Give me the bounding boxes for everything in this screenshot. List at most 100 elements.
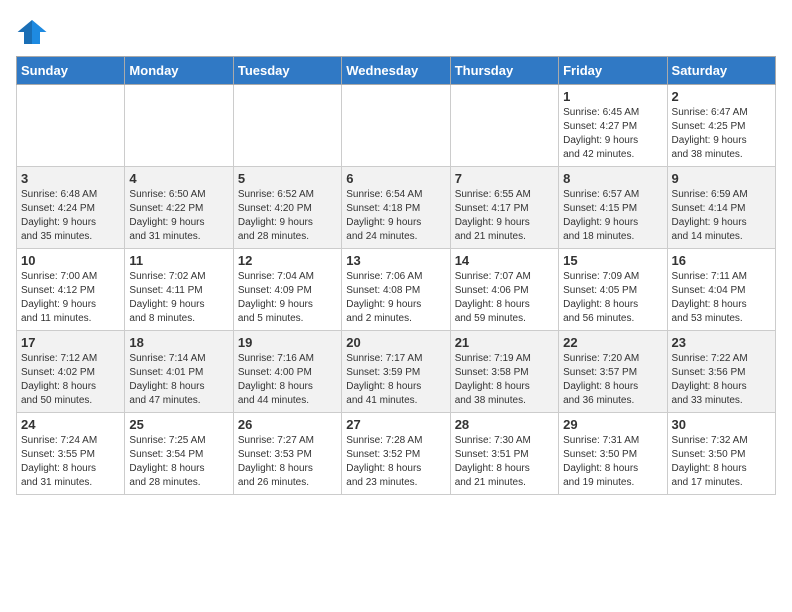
day-number: 2 [672, 89, 771, 104]
day-info: Sunrise: 7:20 AM Sunset: 3:57 PM Dayligh… [563, 352, 662, 408]
day-cell [125, 85, 233, 167]
day-info: Sunrise: 7:16 AM Sunset: 4:00 PM Dayligh… [238, 352, 337, 408]
day-info: Sunrise: 7:17 AM Sunset: 3:59 PM Dayligh… [346, 352, 445, 408]
day-cell: 27 Sunrise: 7:28 AM Sunset: 3:52 PM Dayli… [342, 413, 450, 495]
day-cell: 19 Sunrise: 7:16 AM Sunset: 4:00 PM Dayli… [233, 331, 341, 413]
day-cell: 7 Sunrise: 6:55 AM Sunset: 4:17 PM Daylig… [450, 167, 558, 249]
day-cell: 18Sunrise: 7:14 AM Sunset: 4:01 PM Dayli… [125, 331, 233, 413]
day-info: Sunrise: 7:06 AM Sunset: 4:08 PM Dayligh… [346, 270, 445, 326]
day-number: 29 [563, 417, 662, 432]
day-info: Sunrise: 7:12 AM Sunset: 4:02 PM Dayligh… [21, 352, 120, 408]
day-number: 21 [455, 335, 554, 350]
day-number: 13 [346, 253, 445, 268]
day-number: 8 [563, 171, 662, 186]
day-info: Sunrise: 6:48 AM Sunset: 4:24 PM Dayligh… [21, 188, 120, 244]
day-info: Sunrise: 6:47 AM Sunset: 4:25 PM Dayligh… [672, 106, 771, 162]
day-cell: 2 Sunrise: 6:47 AM Sunset: 4:25 PM Daylig… [667, 85, 775, 167]
day-cell: 20 Sunrise: 7:17 AM Sunset: 3:59 PM Dayli… [342, 331, 450, 413]
day-number: 25 [129, 417, 228, 432]
day-cell: 3 Sunrise: 6:48 AM Sunset: 4:24 PM Daylig… [17, 167, 125, 249]
day-cell: 22 Sunrise: 7:20 AM Sunset: 3:57 PM Dayli… [559, 331, 667, 413]
day-number: 28 [455, 417, 554, 432]
day-info: Sunrise: 7:27 AM Sunset: 3:53 PM Dayligh… [238, 434, 337, 490]
day-number: 24 [21, 417, 120, 432]
day-cell: 6 Sunrise: 6:54 AM Sunset: 4:18 PM Daylig… [342, 167, 450, 249]
day-cell: 1 Sunrise: 6:45 AM Sunset: 4:27 PM Daylig… [559, 85, 667, 167]
day-info: Sunrise: 7:22 AM Sunset: 3:56 PM Dayligh… [672, 352, 771, 408]
calendar-table: SundayMondayTuesdayWednesdayThursdayFrid… [16, 56, 776, 495]
day-info: Sunrise: 7:14 AM Sunset: 4:01 PM Dayligh… [129, 352, 228, 408]
week-row-4: 17 Sunrise: 7:12 AM Sunset: 4:02 PM Dayli… [17, 331, 776, 413]
day-info: Sunrise: 6:45 AM Sunset: 4:27 PM Dayligh… [563, 106, 662, 162]
day-cell: 12Sunrise: 7:04 AM Sunset: 4:09 PM Dayli… [233, 249, 341, 331]
day-cell: 26 Sunrise: 7:27 AM Sunset: 3:53 PM Dayli… [233, 413, 341, 495]
day-cell: 29 Sunrise: 7:31 AM Sunset: 3:50 PM Dayli… [559, 413, 667, 495]
day-cell: 4 Sunrise: 6:50 AM Sunset: 4:22 PM Daylig… [125, 167, 233, 249]
day-number: 23 [672, 335, 771, 350]
day-cell: 8 Sunrise: 6:57 AM Sunset: 4:15 PM Daylig… [559, 167, 667, 249]
day-info: Sunrise: 7:32 AM Sunset: 3:50 PM Dayligh… [672, 434, 771, 490]
col-header-monday: Monday [125, 57, 233, 85]
day-cell: 11Sunrise: 7:02 AM Sunset: 4:11 PM Dayli… [125, 249, 233, 331]
day-number: 11 [129, 253, 228, 268]
day-cell [342, 85, 450, 167]
day-info: Sunrise: 7:31 AM Sunset: 3:50 PM Dayligh… [563, 434, 662, 490]
day-number: 19 [238, 335, 337, 350]
day-info: Sunrise: 6:54 AM Sunset: 4:18 PM Dayligh… [346, 188, 445, 244]
col-header-tuesday: Tuesday [233, 57, 341, 85]
week-row-2: 3 Sunrise: 6:48 AM Sunset: 4:24 PM Daylig… [17, 167, 776, 249]
day-info: Sunrise: 7:07 AM Sunset: 4:06 PM Dayligh… [455, 270, 554, 326]
day-cell: 25 Sunrise: 7:25 AM Sunset: 3:54 PM Dayli… [125, 413, 233, 495]
day-cell: 17 Sunrise: 7:12 AM Sunset: 4:02 PM Dayli… [17, 331, 125, 413]
week-row-1: 1 Sunrise: 6:45 AM Sunset: 4:27 PM Daylig… [17, 85, 776, 167]
day-number: 17 [21, 335, 120, 350]
day-number: 5 [238, 171, 337, 186]
day-info: Sunrise: 6:50 AM Sunset: 4:22 PM Dayligh… [129, 188, 228, 244]
day-cell: 5 Sunrise: 6:52 AM Sunset: 4:20 PM Daylig… [233, 167, 341, 249]
day-number: 20 [346, 335, 445, 350]
col-header-thursday: Thursday [450, 57, 558, 85]
day-info: Sunrise: 6:59 AM Sunset: 4:14 PM Dayligh… [672, 188, 771, 244]
day-cell [233, 85, 341, 167]
day-cell: 23 Sunrise: 7:22 AM Sunset: 3:56 PM Dayli… [667, 331, 775, 413]
day-info: Sunrise: 7:19 AM Sunset: 3:58 PM Dayligh… [455, 352, 554, 408]
day-info: Sunrise: 7:00 AM Sunset: 4:12 PM Dayligh… [21, 270, 120, 326]
day-info: Sunrise: 7:09 AM Sunset: 4:05 PM Dayligh… [563, 270, 662, 326]
logo-icon [16, 16, 48, 48]
day-info: Sunrise: 7:11 AM Sunset: 4:04 PM Dayligh… [672, 270, 771, 326]
col-header-wednesday: Wednesday [342, 57, 450, 85]
day-cell: 14 Sunrise: 7:07 AM Sunset: 4:06 PM Dayli… [450, 249, 558, 331]
day-number: 14 [455, 253, 554, 268]
day-info: Sunrise: 6:52 AM Sunset: 4:20 PM Dayligh… [238, 188, 337, 244]
week-row-3: 10Sunrise: 7:00 AM Sunset: 4:12 PM Dayli… [17, 249, 776, 331]
day-number: 3 [21, 171, 120, 186]
day-info: Sunrise: 6:55 AM Sunset: 4:17 PM Dayligh… [455, 188, 554, 244]
day-number: 16 [672, 253, 771, 268]
day-number: 1 [563, 89, 662, 104]
day-cell: 13 Sunrise: 7:06 AM Sunset: 4:08 PM Dayli… [342, 249, 450, 331]
page-header [16, 16, 776, 48]
day-number: 7 [455, 171, 554, 186]
day-number: 15 [563, 253, 662, 268]
day-number: 12 [238, 253, 337, 268]
day-cell: 10Sunrise: 7:00 AM Sunset: 4:12 PM Dayli… [17, 249, 125, 331]
day-info: Sunrise: 6:57 AM Sunset: 4:15 PM Dayligh… [563, 188, 662, 244]
day-number: 4 [129, 171, 228, 186]
day-info: Sunrise: 7:24 AM Sunset: 3:55 PM Dayligh… [21, 434, 120, 490]
day-cell: 16 Sunrise: 7:11 AM Sunset: 4:04 PM Dayli… [667, 249, 775, 331]
day-cell: 21 Sunrise: 7:19 AM Sunset: 3:58 PM Dayli… [450, 331, 558, 413]
day-info: Sunrise: 7:25 AM Sunset: 3:54 PM Dayligh… [129, 434, 228, 490]
day-number: 27 [346, 417, 445, 432]
col-header-sunday: Sunday [17, 57, 125, 85]
day-number: 22 [563, 335, 662, 350]
day-info: Sunrise: 7:28 AM Sunset: 3:52 PM Dayligh… [346, 434, 445, 490]
day-info: Sunrise: 7:30 AM Sunset: 3:51 PM Dayligh… [455, 434, 554, 490]
day-number: 26 [238, 417, 337, 432]
week-row-5: 24 Sunrise: 7:24 AM Sunset: 3:55 PM Dayli… [17, 413, 776, 495]
day-number: 6 [346, 171, 445, 186]
col-header-friday: Friday [559, 57, 667, 85]
day-cell: 9 Sunrise: 6:59 AM Sunset: 4:14 PM Daylig… [667, 167, 775, 249]
day-cell [17, 85, 125, 167]
day-number: 9 [672, 171, 771, 186]
day-cell [450, 85, 558, 167]
